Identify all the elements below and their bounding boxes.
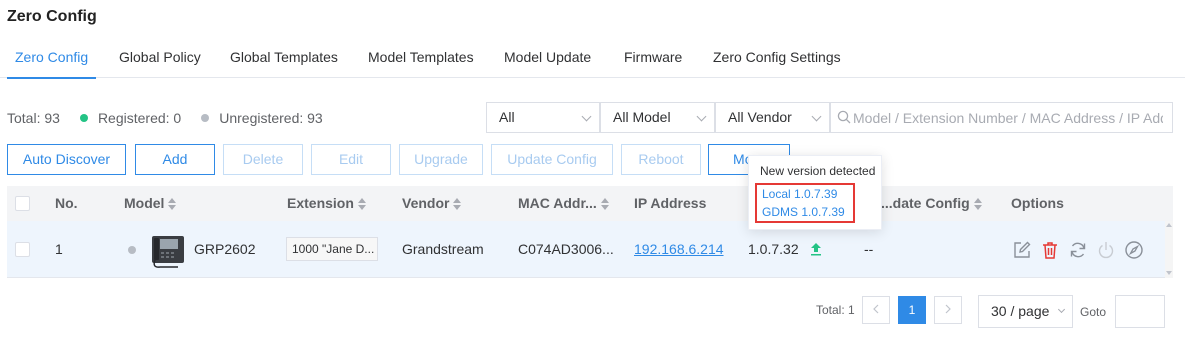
unregistered-dot-icon (201, 114, 210, 122)
search-box (830, 102, 1173, 133)
reboot-button[interactable]: Reboot (621, 144, 701, 175)
model-filter-value: All Model (613, 109, 671, 125)
sort-icon (168, 198, 177, 211)
chevron-down-icon (696, 111, 707, 122)
vendor-filter-value: All Vendor (728, 109, 792, 125)
column-options: Options (1011, 195, 1064, 211)
scroll-up-icon[interactable] (1166, 223, 1172, 227)
goto-label: Goto (1080, 305, 1107, 319)
tab-firmware[interactable]: Firmware (616, 47, 690, 78)
vendor-filter-select[interactable]: All Vendor (715, 102, 830, 133)
column-model[interactable]: Model (124, 186, 177, 221)
upgrade-button[interactable]: Upgrade (399, 144, 483, 175)
page-number-button[interactable]: 1 (898, 296, 926, 324)
prev-page-button[interactable] (862, 296, 890, 324)
goto-page-input[interactable] (1115, 295, 1165, 328)
column-vendor-label: Vendor (402, 195, 450, 211)
update-config-button[interactable]: Update Config (491, 144, 613, 175)
registered-dot-icon (79, 114, 88, 122)
chevron-left-icon (873, 304, 879, 314)
tab-global-policy[interactable]: Global Policy (111, 47, 209, 78)
sort-icon (600, 198, 609, 211)
tab-model-templates[interactable]: Model Templates (360, 47, 482, 78)
select-all-checkbox[interactable] (15, 196, 30, 211)
page-title: Zero Config (7, 8, 97, 25)
row-model: GRP2602 (194, 241, 256, 257)
tab-zero-config-settings[interactable]: Zero Config Settings (705, 47, 849, 78)
row-checkbox[interactable] (15, 242, 30, 257)
status-filter-value: All (499, 109, 515, 125)
refresh-icon[interactable] (1068, 240, 1088, 260)
chevron-right-icon (945, 304, 951, 314)
table-header: No. Model Extension Vendor MAC Addr... I… (7, 186, 1173, 221)
tab-bar: Zero Config Global Policy Global Templat… (0, 47, 1185, 79)
column-ip: IP Address (634, 195, 707, 211)
registered-count: Registered: 0 (97, 110, 182, 126)
column-update-config-label: ...date Config (881, 195, 970, 211)
power-icon[interactable] (1096, 240, 1116, 260)
device-stats: Total: 93 Registered: 0 Unregistered: 93 (7, 110, 323, 126)
column-update-config[interactable]: ...date Config (881, 186, 982, 221)
gdms-version-link[interactable]: GDMS 1.0.7.39 (762, 205, 845, 219)
column-vendor[interactable]: Vendor (402, 186, 462, 221)
table-scrollbar[interactable] (1165, 221, 1173, 278)
status-filter-select[interactable]: All (486, 102, 600, 133)
pagination-total: Total: 1 (816, 303, 855, 317)
edit-button[interactable]: Edit (311, 144, 391, 175)
compass-icon[interactable] (1124, 240, 1144, 260)
column-extension[interactable]: Extension (287, 186, 366, 221)
add-button[interactable]: Add (135, 144, 215, 175)
page-size-value: 30 / page (991, 303, 1050, 319)
sort-icon (357, 198, 366, 211)
scroll-down-icon[interactable] (1166, 271, 1172, 275)
column-extension-label: Extension (287, 195, 354, 211)
next-page-button[interactable] (934, 296, 962, 324)
tab-global-templates[interactable]: Global Templates (222, 47, 346, 78)
device-table: No. Model Extension Vendor MAC Addr... I… (7, 186, 1173, 278)
auto-discover-button[interactable]: Auto Discover (7, 144, 126, 175)
column-mac-label: MAC Addr... (518, 195, 597, 211)
local-version-link[interactable]: Local 1.0.7.39 (762, 187, 837, 201)
edit-icon[interactable] (1012, 240, 1032, 260)
column-model-label: Model (124, 195, 165, 211)
row-extension-tag: 1000 "Jane D... (286, 237, 378, 261)
row-ip-link[interactable]: 192.168.6.214 (634, 221, 724, 278)
search-input[interactable] (853, 103, 1163, 132)
phone-device-icon (152, 236, 184, 268)
table-row[interactable]: 1 GRP2602 1000 "Jane D... Grandstream C0… (7, 221, 1165, 278)
sort-icon (453, 198, 462, 211)
upgrade-available-icon[interactable] (810, 242, 822, 256)
chevron-down-icon (811, 111, 822, 122)
column-mac[interactable]: MAC Addr... (518, 186, 609, 221)
column-no: No. (55, 195, 78, 211)
row-no: 1 (55, 241, 63, 257)
trash-icon[interactable] (1040, 240, 1060, 260)
device-status-dot-icon (128, 246, 136, 254)
tab-model-update[interactable]: Model Update (496, 47, 599, 78)
sort-icon (973, 198, 982, 211)
page-size-select[interactable]: 30 / page (978, 295, 1073, 328)
search-icon (837, 110, 851, 124)
popover-title: New version detected (760, 164, 876, 178)
chevron-down-icon (1057, 305, 1066, 314)
delete-button[interactable]: Delete (223, 144, 303, 175)
new-version-popover: New version detected Local 1.0.7.39 GDMS… (748, 155, 882, 230)
chevron-down-icon (581, 111, 592, 122)
total-count: Total: 93 (7, 110, 60, 126)
version-highlight-box: Local 1.0.7.39 GDMS 1.0.7.39 (755, 183, 855, 223)
row-vendor: Grandstream (402, 241, 484, 257)
tab-zero-config[interactable]: Zero Config (7, 47, 97, 79)
unregistered-count: Unregistered: 93 (219, 110, 323, 126)
model-filter-select[interactable]: All Model (600, 102, 715, 133)
row-mac: C074AD3006... (518, 241, 614, 257)
